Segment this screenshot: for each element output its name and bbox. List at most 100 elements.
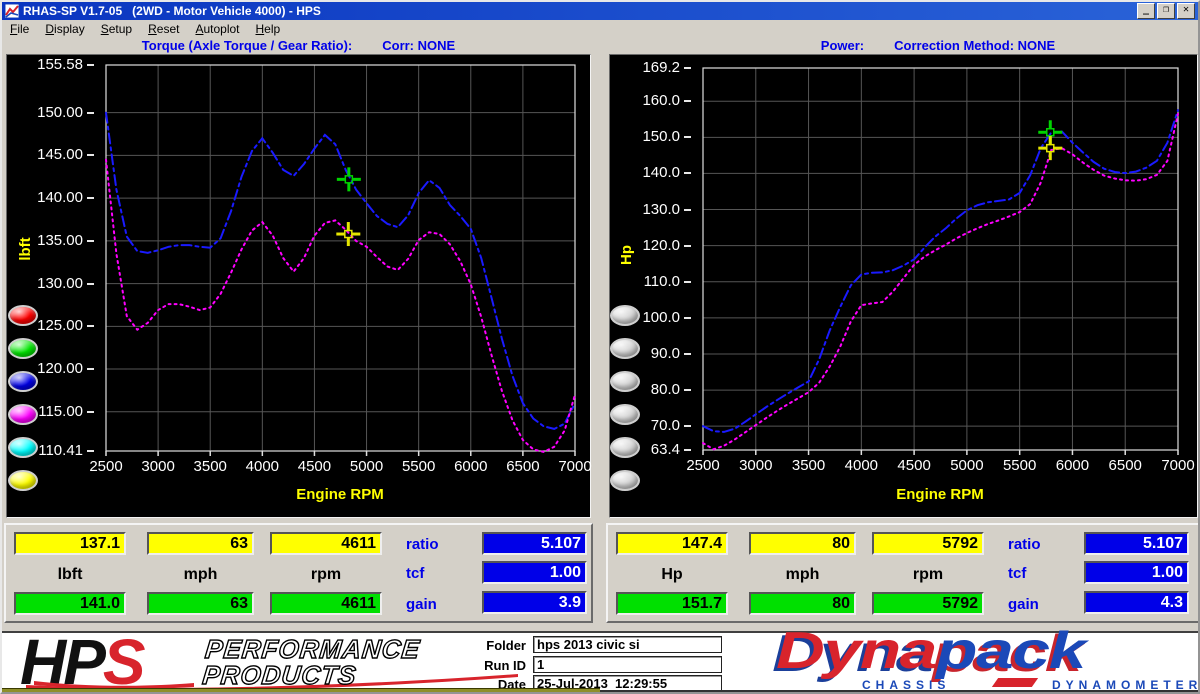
- run-id-label: Run ID: [454, 658, 526, 674]
- torque-chart-title: Torque (Axle Torque / Gear Ratio):: [142, 38, 352, 53]
- power-plot-color-button-2[interactable]: [610, 338, 640, 359]
- menu-autoplot[interactable]: Autoplot: [187, 21, 247, 37]
- window-title: RHAS-SP V1.7-05 (2WD - Motor Vehicle 400…: [23, 4, 321, 18]
- torque-plot[interactable]: [106, 65, 575, 451]
- torque-x-tick-label: 4500: [288, 458, 340, 476]
- torque-y-tick-label: 155.58: [30, 56, 94, 74]
- torque-tcf-value: 1.00: [482, 561, 587, 584]
- menu-setup[interactable]: Setup: [93, 21, 140, 37]
- app-icon: [5, 4, 19, 18]
- folder-input[interactable]: hps 2013 civic si: [533, 636, 722, 653]
- torque-x-tick-label: 4000: [236, 458, 288, 476]
- folder-label: Folder: [454, 638, 526, 654]
- power-ratio-value: 5.107: [1084, 532, 1189, 555]
- menu-help[interactable]: Help: [248, 21, 289, 37]
- power-y-tick-label: 160.0: [627, 92, 691, 110]
- torque-chart-header: Torque (Axle Torque / Gear Ratio): Corr:…: [4, 37, 593, 54]
- torque-x-tick-label: 6500: [497, 458, 549, 476]
- power-x-tick-label: 5000: [941, 457, 993, 475]
- power-cursor-value2-mph: 80: [749, 592, 856, 615]
- power-y-tick-label: 140.0: [627, 164, 691, 182]
- bottom-accent-strip: [2, 688, 600, 694]
- menu-file[interactable]: File: [2, 21, 37, 37]
- torque-plot-color-button-4[interactable]: [8, 404, 38, 425]
- power-cursor-value-Hp: 147.4: [616, 532, 728, 555]
- power-cursor-value-mph: 80: [749, 532, 856, 555]
- titlebar-buttons: _ ❐ ✕: [1137, 3, 1195, 19]
- hps-tagline: PERFORMANCE PRODUCTS: [201, 636, 421, 688]
- torque-x-tick-label: 3000: [132, 458, 184, 476]
- torque-x-tick-label: 3500: [184, 458, 236, 476]
- torque-ratio-value: 5.107: [482, 532, 587, 555]
- power-cursor-value-rpm: 5792: [872, 532, 984, 555]
- torque-chart-area[interactable]: lbft Engine RPM 155.58150.00145.00140.00…: [6, 54, 591, 518]
- torque-cursor-value2-lbft: 141.0: [14, 592, 126, 615]
- power-x-tick-label: 2500: [677, 457, 729, 475]
- power-unit-label-Hp: Hp: [616, 565, 728, 585]
- torque-plot-color-button-2[interactable]: [8, 338, 38, 359]
- power-y-tick-label: 110.0: [627, 273, 691, 291]
- torque-plot-color-button-3[interactable]: [8, 371, 38, 392]
- power-y-tick-label: 150.0: [627, 128, 691, 146]
- dynapack-swoosh: [992, 678, 1038, 687]
- torque-plot-color-button-1[interactable]: [8, 305, 38, 326]
- torque-y-tick-label: 130.00: [30, 275, 94, 293]
- power-plot-color-button-5[interactable]: [610, 437, 640, 458]
- torque-y-tick-label: 150.00: [30, 104, 94, 122]
- power-plot[interactable]: [703, 68, 1178, 450]
- power-plot-color-button-4[interactable]: [610, 404, 640, 425]
- torque-gain-label: gain: [406, 596, 472, 614]
- power-gain-label: gain: [1008, 596, 1074, 614]
- power-plot-color-button-1[interactable]: [610, 305, 640, 326]
- close-button[interactable]: ✕: [1177, 3, 1195, 19]
- power-x-tick-label: 6000: [1046, 457, 1098, 475]
- power-ratio-label: ratio: [1008, 536, 1074, 554]
- torque-cursor-value2-rpm: 4611: [270, 592, 382, 615]
- torque-x-tick-label: 7000: [549, 458, 601, 476]
- run-id-input[interactable]: 1: [533, 656, 722, 673]
- torque-x-tick-label: 6000: [445, 458, 497, 476]
- power-chart-area[interactable]: Hp Engine RPM 169.2160.0150.0140.0130.01…: [609, 54, 1198, 518]
- power-x-tick-label: 6500: [1099, 457, 1151, 475]
- power-x-tick-label: 7000: [1152, 457, 1200, 475]
- torque-y-tick-label: 140.00: [30, 189, 94, 207]
- torque-green-cursor[interactable]: [337, 167, 361, 191]
- torque-plot-color-button-6[interactable]: [8, 470, 38, 491]
- menu-display[interactable]: Display: [37, 21, 92, 37]
- torque-y-tick-label: 120.00: [30, 360, 94, 378]
- footer: HPS PERFORMANCE PRODUCTS Folderhps 2013 …: [2, 631, 1200, 694]
- power-plot-color-button-6[interactable]: [610, 470, 640, 491]
- torque-y-tick-label: 145.00: [30, 146, 94, 164]
- torque-unit-label-mph: mph: [147, 565, 254, 585]
- power-tcf-label: tcf: [1008, 565, 1074, 583]
- torque-y-tick-label: 115.00: [30, 403, 94, 421]
- power-x-tick-label: 3500: [783, 457, 835, 475]
- torque-data-panel: 137.1634611lbftmphrpm141.0634611ratio5.1…: [4, 523, 593, 623]
- torque-cursor-value-mph: 63: [147, 532, 254, 555]
- menu-bar: FileDisplaySetupResetAutoplotHelp: [2, 20, 1198, 37]
- torque-cursor-value-rpm: 4611: [270, 532, 382, 555]
- power-x-tick-label: 4500: [888, 457, 940, 475]
- restore-button[interactable]: ❐: [1157, 3, 1175, 19]
- power-unit-label-mph: mph: [749, 565, 856, 585]
- power-y-tick-label: 120.0: [627, 237, 691, 255]
- torque-cursor-value-lbft: 137.1: [14, 532, 126, 555]
- power-cursor-value2-rpm: 5792: [872, 592, 984, 615]
- power-x-tick-label: 3000: [730, 457, 782, 475]
- bottom-divider-line: [600, 690, 1200, 692]
- torque-gain-value: 3.9: [482, 591, 587, 614]
- torque-unit-label-lbft: lbft: [14, 565, 126, 585]
- torque-cursor-value2-mph: 63: [147, 592, 254, 615]
- power-yellow-cursor[interactable]: [1038, 136, 1062, 160]
- torque-x-axis-label: Engine RPM: [260, 486, 420, 504]
- torque-tcf-label: tcf: [406, 565, 472, 583]
- torque-x-tick-label: 5000: [341, 458, 393, 476]
- power-unit-label-rpm: rpm: [872, 565, 984, 585]
- power-y-tick-label: 130.0: [627, 201, 691, 219]
- power-plot-color-button-3[interactable]: [610, 371, 640, 392]
- menu-reset[interactable]: Reset: [140, 21, 187, 37]
- torque-ratio-label: ratio: [406, 536, 472, 554]
- minimize-button[interactable]: _: [1137, 3, 1155, 19]
- torque-plot-color-button-5[interactable]: [8, 437, 38, 458]
- torque-yellow-cursor[interactable]: [336, 222, 360, 246]
